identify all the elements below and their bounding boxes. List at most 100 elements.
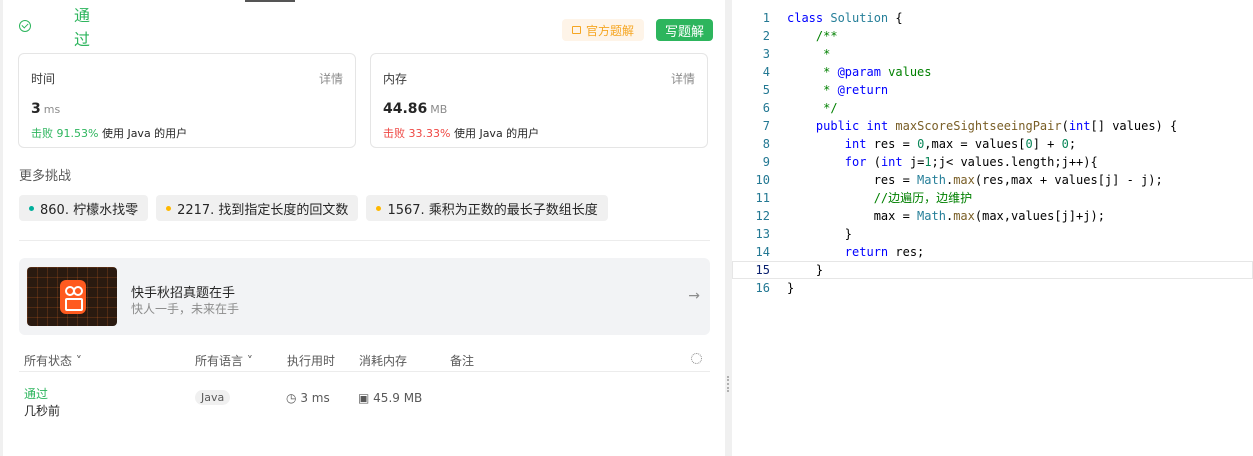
runtime-value: 3 ms <box>31 101 60 117</box>
memory-detail-link[interactable]: 详情 <box>671 70 695 87</box>
official-solution-button[interactable]: 官方题解 <box>562 19 645 41</box>
line-number: 3 <box>762 47 770 61</box>
memory-beat-pct: 击败 33.33% <box>383 127 451 140</box>
line-number: 9 <box>762 155 770 169</box>
code-line: 14 return res; <box>732 243 1253 261</box>
promo-subtitle: 快人一手，未来在手 <box>131 302 240 316</box>
code-editor[interactable]: 1 class Solution { 2 /** 3 * 4 * @param v… <box>732 0 1253 456</box>
submission-result-panel: 通过 官方题解 写题解 时间 详情 3 ms 击败 91.53% 使用 Java … <box>3 0 725 456</box>
line-number: 16 <box>755 281 770 295</box>
more-challenges-list: 860. 柠檬水找零 2217. 找到指定长度的回文数 1567. 乘积为正数的… <box>19 195 608 221</box>
line-number: 6 <box>762 101 770 115</box>
memory-chip-icon: ▣ <box>358 391 370 405</box>
row-runtime: ◷ 3 ms <box>286 391 330 405</box>
panel-resize-handle[interactable] <box>727 376 731 392</box>
promo-banner[interactable]: 快手秋招真题在手 快人一手，未来在手 → <box>19 258 710 335</box>
line-number: 5 <box>762 83 770 97</box>
line-number: 8 <box>762 137 770 151</box>
runtime-unit: ms <box>43 103 61 116</box>
memory-label: 内存 <box>383 72 408 86</box>
settings-gear-icon[interactable] <box>691 353 702 364</box>
line-number: 4 <box>762 65 770 79</box>
status-filter[interactable]: 所有状态 ˅ <box>24 352 82 369</box>
table-divider <box>19 371 710 372</box>
runtime-beat-pct: 击败 91.53% <box>31 127 99 140</box>
promo-title: 快手秋招真题在手 <box>131 286 236 301</box>
code-line: 16} <box>732 279 1253 297</box>
notes-header: 备注 <box>450 354 475 368</box>
more-challenges-title: 更多挑战 <box>19 169 72 184</box>
code-line: 5 * @return <box>732 81 1253 99</box>
memory-card: 内存 详情 44.86 MB 击败 33.33% 使用 Java 的用户 <box>370 53 708 148</box>
challenge-chip[interactable]: 2217. 找到指定长度的回文数 <box>156 195 359 221</box>
code-line: 6 */ <box>732 99 1253 117</box>
memory-unit: MB <box>430 103 448 116</box>
status-filter-label: 所有状态 <box>24 354 73 368</box>
code-line: 8 int res = 0,max = values[0] + 0; <box>732 135 1253 153</box>
code-line-current: 15 } <box>732 261 1253 279</box>
memory-value: 44.86 MB <box>383 101 447 117</box>
code-line: 2 /** <box>732 27 1253 45</box>
difficulty-dot-icon <box>29 205 34 211</box>
language-filter[interactable]: 所有语言 ˅ <box>195 352 253 369</box>
code-line: 9 for (int j=1;j< values.length;j++){ <box>732 153 1253 171</box>
code-line: 3 * <box>732 45 1253 63</box>
official-solution-label: 官方题解 <box>586 23 635 38</box>
runtime-beat-suffix: 使用 Java 的用户 <box>101 127 188 140</box>
book-icon <box>572 26 581 34</box>
runtime-header: 执行用时 <box>287 354 336 368</box>
code-lines[interactable]: 1 class Solution { 2 /** 3 * 4 * @param v… <box>732 9 1253 297</box>
code-line: 4 * @param values <box>732 63 1253 81</box>
arrow-right-icon: → <box>688 288 700 304</box>
code-line: 13 } <box>732 225 1253 243</box>
memory-beat-suffix: 使用 Java 的用户 <box>453 127 540 140</box>
difficulty-dot-icon <box>166 205 172 211</box>
code-line: 11 //边遍历，边维护 <box>732 189 1253 207</box>
clock-icon: ◷ <box>286 391 297 405</box>
runtime-label: 时间 <box>31 72 56 86</box>
row-memory-value: 45.9 MB <box>373 391 423 405</box>
line-number: 10 <box>755 173 770 187</box>
line-number: 12 <box>755 209 770 223</box>
active-tab-indicator <box>245 0 295 2</box>
line-number: 7 <box>762 119 770 133</box>
row-memory: ▣ 45.9 MB <box>358 391 422 405</box>
line-number: 14 <box>755 245 770 259</box>
line-number: 2 <box>762 29 770 43</box>
code-line: 10 res = Math.max(res,max + values[j] - … <box>732 171 1253 189</box>
runtime-beat: 击败 91.53% 使用 Java 的用户 <box>31 125 187 141</box>
code-line: 1 class Solution { <box>732 9 1253 27</box>
challenge-label: 2217. 找到指定长度的回文数 <box>177 202 349 218</box>
row-runtime-value: 3 ms <box>300 391 330 405</box>
line-number: 15 <box>755 263 770 277</box>
line-number: 11 <box>755 191 770 205</box>
section-divider <box>19 240 710 241</box>
runtime-card: 时间 详情 3 ms 击败 91.53% 使用 Java 的用户 <box>18 53 356 148</box>
write-solution-button[interactable]: 写题解 <box>656 19 714 41</box>
memory-header: 消耗内存 <box>359 354 408 368</box>
status-text: 通过 <box>74 6 91 49</box>
chevron-down-icon: ˅ <box>243 354 253 368</box>
memory-number: 44.86 <box>383 101 428 117</box>
difficulty-dot-icon <box>376 205 382 211</box>
challenge-chip[interactable]: 1567. 乘积为正数的最长子数组长度 <box>366 195 608 221</box>
challenge-chip[interactable]: 860. 柠檬水找零 <box>19 195 149 221</box>
challenge-label: 860. 柠檬水找零 <box>40 202 139 218</box>
language-filter-label: 所有语言 <box>195 354 244 368</box>
code-line: 12 max = Math.max(max,values[j]+j); <box>732 207 1253 225</box>
row-status[interactable]: 通过 <box>24 385 48 402</box>
promo-thumbnail <box>27 267 117 326</box>
result-status: 通过 <box>19 6 90 49</box>
kuaishou-logo-icon <box>60 280 86 314</box>
challenge-label: 1567. 乘积为正数的最长子数组长度 <box>387 202 598 218</box>
check-circle-icon <box>19 20 31 32</box>
row-time-ago: 几秒前 <box>24 404 61 418</box>
runtime-detail-link[interactable]: 详情 <box>319 70 343 87</box>
code-line: 7 public int maxScoreSightseeingPair(int… <box>732 117 1253 135</box>
runtime-number: 3 <box>31 101 41 117</box>
memory-beat: 击败 33.33% 使用 Java 的用户 <box>383 125 539 141</box>
chevron-down-icon: ˅ <box>72 354 82 368</box>
line-number: 1 <box>762 11 770 25</box>
line-number: 13 <box>755 227 770 241</box>
row-language-badge: Java <box>195 390 231 405</box>
